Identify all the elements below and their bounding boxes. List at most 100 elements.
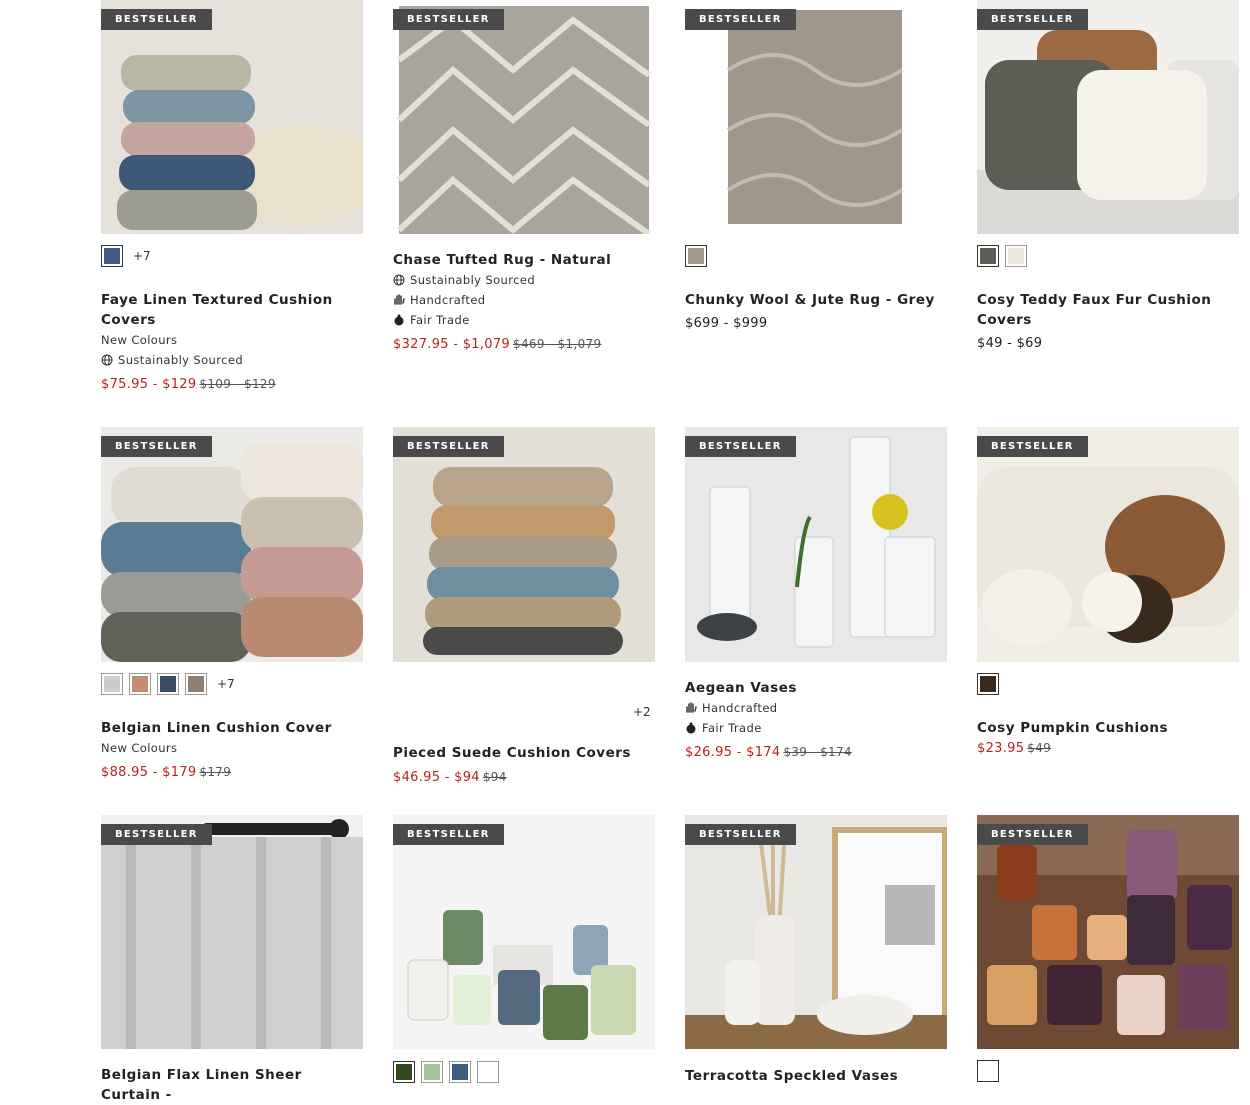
more-colors[interactable]: +7 xyxy=(217,677,235,691)
bestseller-badge: BESTSELLER xyxy=(101,9,212,30)
bestseller-badge: BESTSELLER xyxy=(101,436,212,457)
product-image[interactable]: BESTSELLER xyxy=(685,815,947,1049)
color-swatch[interactable] xyxy=(685,245,707,267)
tag-fair-trade: Fair Trade xyxy=(702,721,762,735)
color-swatch[interactable] xyxy=(977,245,999,267)
bestseller-badge: BESTSELLER xyxy=(685,436,796,457)
hand-icon xyxy=(394,294,405,305)
product-image[interactable]: BESTSELLER xyxy=(393,0,655,234)
price: $327.95 - $1,079 $469 - $1,079 xyxy=(393,334,655,355)
product-image[interactable]: BESTSELLER xyxy=(101,427,363,662)
color-swatch[interactable] xyxy=(421,1061,443,1083)
color-swatches xyxy=(393,1061,499,1083)
swatch-color xyxy=(980,1063,996,1079)
product-image[interactable]: BESTSELLER xyxy=(685,0,947,234)
color-swatches: +7 xyxy=(101,245,151,267)
product-title[interactable]: Belgian Linen Cushion Cover xyxy=(101,718,363,738)
bestseller-badge: BESTSELLER xyxy=(101,824,212,845)
color-swatch[interactable] xyxy=(101,245,123,267)
color-swatches xyxy=(977,673,999,695)
swatch-color xyxy=(688,248,704,264)
swatch-color xyxy=(160,676,176,692)
product-image[interactable]: BESTSELLER xyxy=(977,0,1239,234)
swatch-color xyxy=(480,1064,496,1080)
product-title[interactable]: Cosy Pumpkin Cushions xyxy=(977,718,1239,738)
color-swatch[interactable] xyxy=(477,1061,499,1083)
original-price: $179 xyxy=(199,765,232,779)
original-price: $109 - $129 xyxy=(199,377,276,391)
product-image[interactable]: BESTSELLER xyxy=(393,427,655,662)
product-title[interactable]: Chase Tufted Rug - Natural xyxy=(393,250,655,270)
original-price: $49 xyxy=(1027,741,1052,755)
swatch-color xyxy=(132,676,148,692)
globe-icon xyxy=(393,274,405,286)
color-swatch[interactable] xyxy=(129,673,151,695)
fair-trade-icon xyxy=(686,722,696,734)
fair-trade-icon xyxy=(394,314,404,326)
tag-handcrafted: Handcrafted xyxy=(702,701,778,715)
more-colors[interactable]: +2 xyxy=(633,705,651,719)
color-swatch[interactable] xyxy=(157,673,179,695)
sale-price: $327.95 - $1,079 xyxy=(393,337,511,352)
color-swatch[interactable] xyxy=(1005,245,1027,267)
hand-icon xyxy=(686,702,697,713)
product-title[interactable]: Pieced Suede Cushion Covers xyxy=(393,743,655,763)
color-swatches xyxy=(977,245,1027,267)
product-image[interactable]: BESTSELLER xyxy=(101,0,363,234)
product-title[interactable]: Terracotta Speckled Vases xyxy=(685,1066,947,1086)
product-title[interactable]: Belgian Flax Linen Sheer Curtain - xyxy=(101,1065,363,1105)
swatch-color xyxy=(980,676,996,692)
tag-sustainably-sourced: Sustainably Sourced xyxy=(410,273,536,287)
product-title[interactable]: Aegean Vases xyxy=(685,678,947,698)
color-swatch[interactable] xyxy=(393,1061,415,1083)
product-image[interactable]: BESTSELLER xyxy=(685,427,947,662)
product-title[interactable]: Cosy Teddy Faux Fur Cushion Covers xyxy=(977,290,1239,330)
color-swatches xyxy=(685,245,707,267)
product-title[interactable]: Chunky Wool & Jute Rug - Grey xyxy=(685,290,947,310)
price: $46.95 - $94 $94 xyxy=(393,767,655,788)
swatch-color xyxy=(396,1064,412,1080)
product-image[interactable]: BESTSELLER xyxy=(101,815,363,1049)
bestseller-badge: BESTSELLER xyxy=(685,824,796,845)
swatch-color xyxy=(1008,248,1024,264)
sale-price: $75.95 - $129 xyxy=(101,377,197,392)
bestseller-badge: BESTSELLER xyxy=(977,436,1088,457)
bestseller-badge: BESTSELLER xyxy=(977,824,1088,845)
bestseller-badge: BESTSELLER xyxy=(393,436,504,457)
swatch-color xyxy=(452,1064,468,1080)
original-price: $469 - $1,079 xyxy=(513,337,602,351)
color-swatch[interactable] xyxy=(101,673,123,695)
bestseller-badge: BESTSELLER xyxy=(977,9,1088,30)
swatch-color xyxy=(104,676,120,692)
original-price: $94 xyxy=(482,770,507,784)
new-colours-label: New Colours xyxy=(101,333,178,347)
price: $88.95 - $179 $179 xyxy=(101,762,363,783)
product-image[interactable]: BESTSELLER xyxy=(393,815,655,1049)
color-swatch[interactable] xyxy=(449,1061,471,1083)
color-swatch[interactable] xyxy=(977,673,999,695)
color-swatches xyxy=(977,1060,999,1082)
tag-fair-trade: Fair Trade xyxy=(410,313,470,327)
new-colours-label: New Colours xyxy=(101,741,178,755)
tag-sustainably-sourced: Sustainably Sourced xyxy=(118,353,244,367)
color-swatches: +7 xyxy=(101,673,235,695)
globe-icon xyxy=(101,354,113,366)
color-swatch[interactable] xyxy=(977,1060,999,1082)
color-swatch[interactable] xyxy=(185,673,207,695)
price: $23.95 $49 xyxy=(977,738,1239,759)
swatch-color xyxy=(104,248,120,264)
sale-price: $46.95 - $94 xyxy=(393,770,480,785)
swatch-color xyxy=(980,248,996,264)
bestseller-badge: BESTSELLER xyxy=(393,824,504,845)
product-image[interactable]: BESTSELLER xyxy=(977,427,1239,662)
original-price: $39 - $174 xyxy=(783,745,852,759)
sale-price: $88.95 - $179 xyxy=(101,765,197,780)
price: $75.95 - $129 $109 - $129 xyxy=(101,374,363,395)
sale-price: $26.95 - $174 xyxy=(685,745,781,760)
product-title[interactable]: Faye Linen Textured Cushion Covers xyxy=(101,290,363,330)
swatch-color xyxy=(424,1064,440,1080)
sale-price: $23.95 xyxy=(977,741,1025,756)
product-image[interactable]: BESTSELLER xyxy=(977,815,1239,1049)
color-swatches: +2 xyxy=(629,705,651,719)
more-colors[interactable]: +7 xyxy=(133,249,151,263)
